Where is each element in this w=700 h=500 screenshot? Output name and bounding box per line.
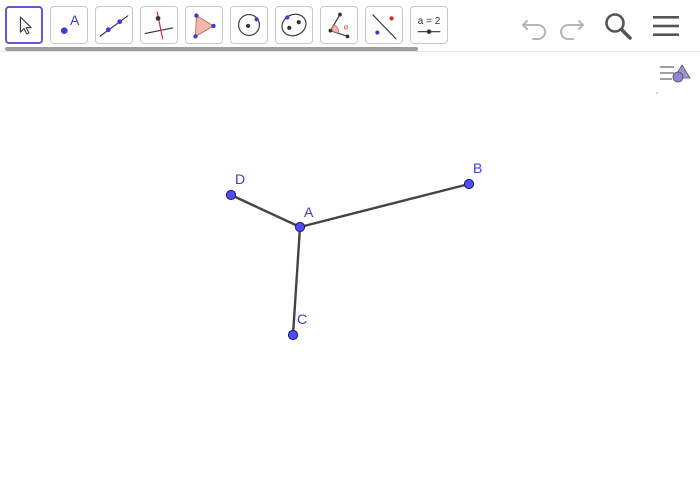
undo-icon bbox=[522, 20, 546, 40]
arrow-pointer-icon bbox=[19, 16, 32, 35]
point-label-B: B bbox=[473, 160, 482, 176]
polygon-icon bbox=[193, 13, 216, 39]
angle-tool-button[interactable]: α bbox=[320, 6, 358, 44]
point-label-C: C bbox=[297, 311, 307, 327]
reflect-tool-button[interactable] bbox=[365, 6, 403, 44]
svg-text:α: α bbox=[344, 23, 349, 32]
circle-tool-button[interactable] bbox=[230, 6, 268, 44]
toolbar-scrollbar[interactable] bbox=[5, 47, 418, 51]
point-label-D: D bbox=[235, 171, 245, 187]
toolbar: A α a = 2 bbox=[0, 0, 700, 52]
ellipse-icon bbox=[281, 13, 307, 37]
redo-button[interactable] bbox=[555, 10, 587, 42]
undo-button[interactable] bbox=[519, 10, 551, 42]
polygon-tool-button[interactable] bbox=[185, 6, 223, 44]
point-tool-label: A bbox=[70, 12, 80, 28]
graphics-view[interactable]: A B C D bbox=[0, 53, 700, 500]
reflect-about-line-icon bbox=[372, 14, 397, 40]
move-tool-button[interactable] bbox=[5, 6, 43, 44]
point-labels: A B C D bbox=[235, 160, 482, 327]
redo-icon bbox=[560, 20, 584, 40]
slider-tool-button[interactable]: a = 2 bbox=[410, 6, 448, 44]
segment-AB[interactable] bbox=[298, 182, 471, 229]
hamburger-menu-icon bbox=[653, 16, 679, 36]
perpendicular-line-tool-button[interactable] bbox=[140, 6, 178, 44]
point-D[interactable] bbox=[225, 189, 237, 201]
point-C[interactable] bbox=[287, 329, 299, 341]
search-icon bbox=[605, 13, 632, 40]
conic-tool-button[interactable] bbox=[275, 6, 313, 44]
point-icon bbox=[60, 27, 68, 34]
line-tool-button[interactable] bbox=[95, 6, 133, 44]
point-A[interactable] bbox=[294, 221, 306, 233]
segment-AD[interactable] bbox=[229, 193, 302, 229]
point-tool-button[interactable]: A bbox=[50, 6, 88, 44]
segments bbox=[229, 182, 471, 337]
point-B[interactable] bbox=[463, 178, 475, 190]
point-label-A: A bbox=[304, 204, 314, 220]
points bbox=[225, 178, 475, 341]
line-icon bbox=[99, 15, 129, 37]
perpendicular-line-icon bbox=[144, 11, 174, 40]
menu-button[interactable] bbox=[650, 10, 682, 42]
angle-icon: α bbox=[328, 12, 350, 39]
slider-icon bbox=[417, 29, 441, 34]
circle-center-point-icon bbox=[238, 14, 260, 36]
search-button[interactable] bbox=[602, 10, 634, 42]
